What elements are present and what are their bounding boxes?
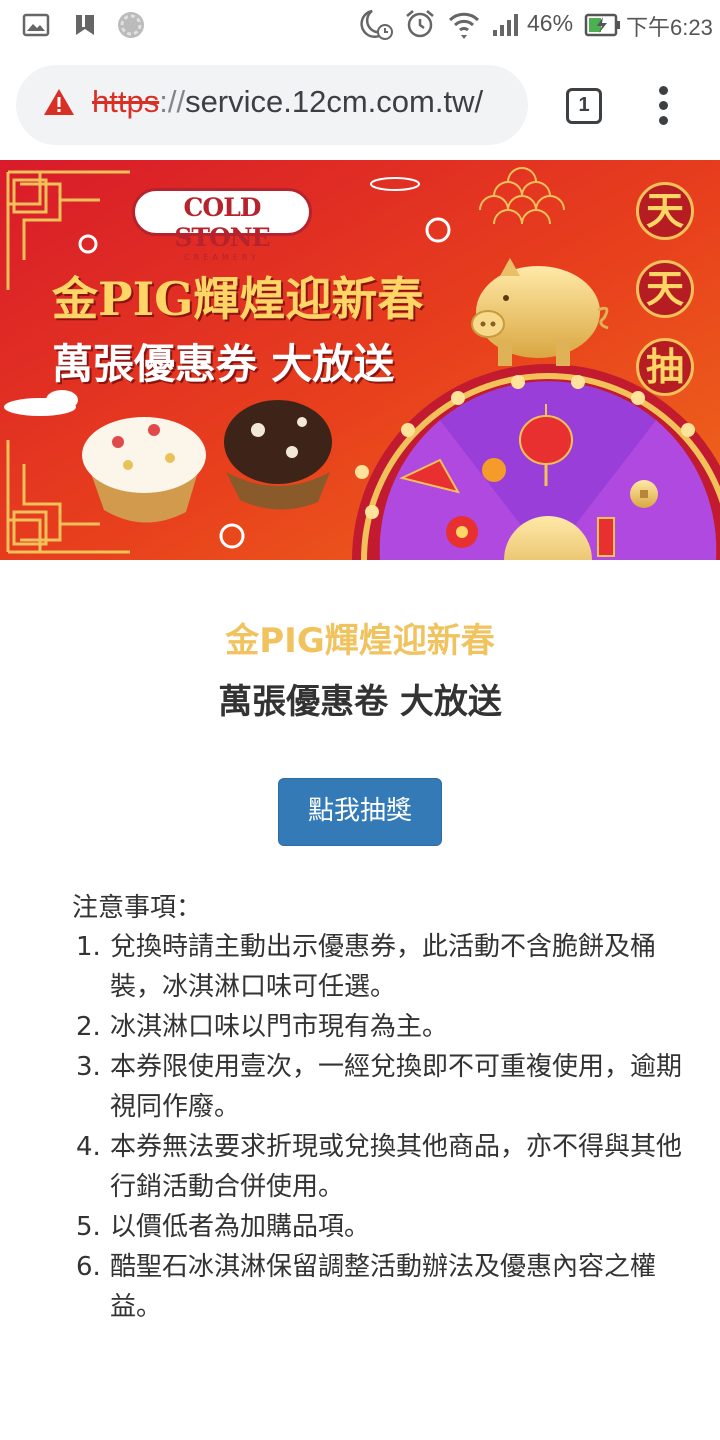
daily-badge-1: 天: [636, 182, 694, 240]
note-text: 本券限使用壹次，一經兌換即不可重複使用，逾期視同作廢。: [110, 1052, 683, 1122]
alarm-icon: [358, 8, 396, 46]
note-text: 本券無法要求折現或兌換其他商品，亦不得與其他行銷活動合併使用。: [110, 1132, 683, 1202]
daily-badge-3: 抽: [636, 338, 694, 396]
note-item: 4. 本券無法要求折現或兌換其他商品，亦不得與其他行銷活動合併使用。: [76, 1127, 686, 1207]
promo-subtitle: 萬張優惠卷 大放送: [218, 682, 502, 722]
banner-headline: 金PIG輝煌迎新春: [52, 272, 424, 326]
note-item: 5. 以價低者為加購品項。: [76, 1207, 686, 1247]
daily-badge-2: 天: [636, 260, 694, 318]
notes-heading: 注意事項：: [72, 893, 203, 923]
note-number: 4.: [76, 1132, 101, 1162]
notes-list: 1. 兌換時請主動出示優惠券，此活動不含脆餅及桶裝，冰淇淋口味可任選。 2. 冰淇淋…: [76, 927, 686, 1327]
logo-sub: CREAMERY: [184, 253, 260, 262]
draw-button[interactable]: 點我抽獎: [278, 778, 442, 846]
image-icon: [22, 13, 50, 41]
note-item: 2. 冰淇淋口味以門市現有為主。: [76, 1007, 686, 1047]
browser-toolbar: https://service.12cm.com.tw/ 1: [0, 52, 720, 160]
url-separator: ://: [159, 84, 186, 119]
url-scheme: https: [92, 84, 160, 119]
banner-subheadline: 萬張優惠券 大放送: [52, 340, 395, 388]
promo-banner: COLD STONE CREAMERY 金PIG輝煌迎新春 萬張優惠券 大放送 …: [0, 160, 720, 560]
note-number: 2.: [76, 1012, 101, 1042]
note-text: 冰淇淋口味以門市現有為主。: [110, 1012, 449, 1042]
logo-brand: COLD STONE: [174, 193, 270, 252]
note-number: 5.: [76, 1212, 101, 1242]
url-host: service.12cm.com.tw/: [185, 84, 484, 119]
note-text: 以價低者為加購品項。: [110, 1212, 371, 1242]
warning-icon[interactable]: [42, 87, 76, 121]
tab-switcher-button[interactable]: 1: [566, 88, 602, 124]
battery-charging-icon: [584, 12, 622, 42]
note-item: 1. 兌換時請主動出示優惠券，此活動不含脆餅及桶裝，冰淇淋口味可任選。: [76, 927, 686, 1007]
note-number: 6.: [76, 1252, 101, 1282]
url-text[interactable]: https://service.12cm.com.tw/: [92, 84, 483, 120]
more-vert-icon[interactable]: [652, 84, 676, 128]
note-number: 1.: [76, 932, 101, 962]
clock-icon: [404, 8, 436, 44]
battery-percent: 46%: [527, 10, 574, 36]
promo-title: 金PIG輝煌迎新春: [225, 621, 495, 661]
address-bar[interactable]: https://service.12cm.com.tw/: [16, 65, 528, 145]
signal-icon: [492, 12, 522, 42]
cold-stone-logo: COLD STONE CREAMERY: [132, 188, 312, 262]
note-text: 兌換時請主動出示優惠券，此活動不含脆餅及桶裝，冰淇淋口味可任選。: [110, 932, 657, 1002]
status-bar: 46% 下午6:23: [0, 0, 720, 52]
loading-icon: [116, 10, 146, 44]
bookmark-icon: [74, 13, 96, 41]
note-item: 6. 酷聖石冰淇淋保留調整活動辦法及優惠內容之權益。: [76, 1247, 686, 1327]
clock-time: 下午6:23: [626, 15, 713, 40]
note-item: 3. 本券限使用壹次，一經兌換即不可重複使用，逾期視同作廢。: [76, 1047, 686, 1127]
note-text: 酷聖石冰淇淋保留調整活動辦法及優惠內容之權益。: [110, 1252, 657, 1322]
note-number: 3.: [76, 1052, 101, 1082]
wifi-icon: [448, 10, 480, 44]
